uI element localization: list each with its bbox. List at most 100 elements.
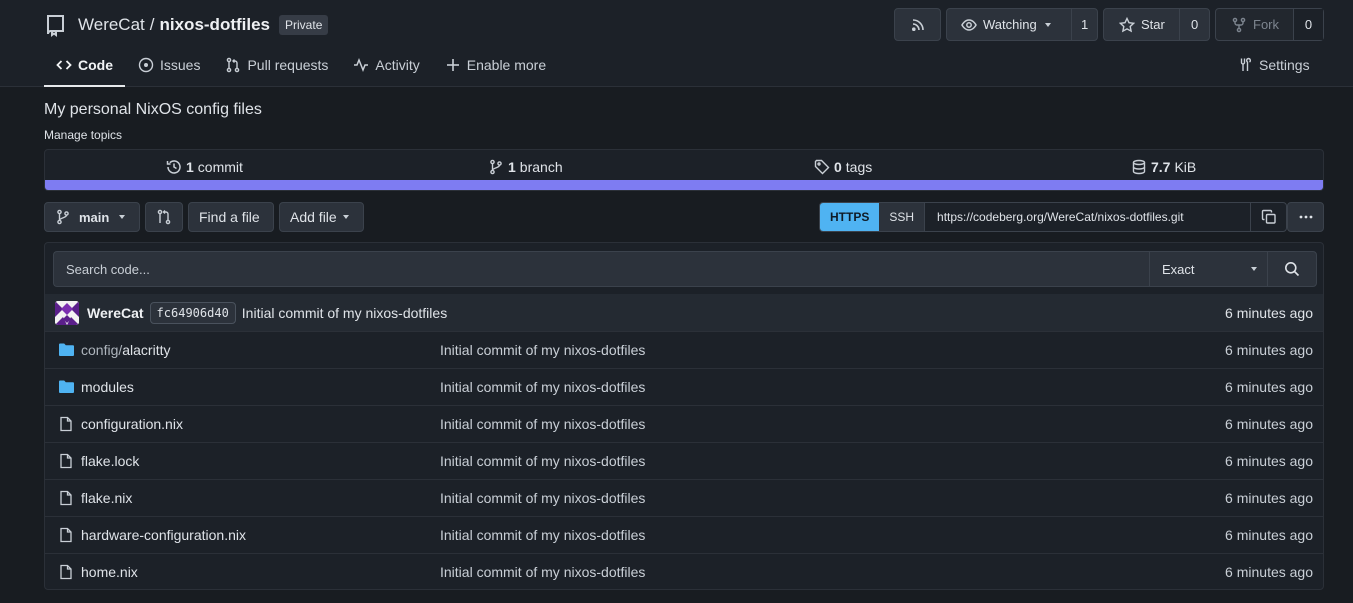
tab-label: Enable more — [466, 57, 547, 73]
star-button[interactable]: Star 0 — [1103, 8, 1210, 41]
branch-icon — [488, 159, 508, 175]
table-row[interactable]: flake.lock Initial commit of my nixos-do… — [45, 442, 1323, 479]
tags-count: 0 — [834, 159, 842, 175]
branch-name: main — [79, 209, 110, 225]
https-toggle[interactable]: HTTPS — [820, 203, 880, 231]
table-row[interactable]: configuration.nix Initial commit of my n… — [45, 405, 1323, 442]
tab-code[interactable]: Code — [44, 44, 125, 87]
table-row[interactable]: modules Initial commit of my nixos-dotfi… — [45, 368, 1323, 405]
file-commit-time: 6 minutes ago — [1225, 379, 1313, 395]
watch-button[interactable]: Watching 1 — [946, 8, 1098, 41]
branches-count: 1 — [508, 159, 516, 175]
tag-icon — [814, 159, 834, 175]
language-bar[interactable] — [45, 180, 1323, 190]
repo-owner-link[interactable]: WereCat — [78, 15, 145, 35]
avatar[interactable] — [55, 300, 79, 325]
copy-url-button[interactable] — [1250, 203, 1286, 231]
code-search: Exact — [53, 251, 1317, 287]
add-file-button[interactable]: Add file — [279, 202, 364, 232]
clone-url[interactable]: https://codeberg.org/WereCat/nixos-dotfi… — [925, 203, 1250, 231]
chevron-down-icon — [1251, 267, 1257, 271]
branch-selector[interactable]: main — [44, 202, 140, 232]
file-commit-message[interactable]: Initial commit of my nixos-dotfiles — [440, 527, 645, 543]
commit-author[interactable]: WereCat — [87, 305, 144, 321]
history-icon — [166, 159, 186, 175]
file-commit-message[interactable]: Initial commit of my nixos-dotfiles — [440, 564, 645, 580]
commit-message[interactable]: Initial commit of my nixos-dotfiles — [242, 305, 447, 321]
rss-feed-button[interactable] — [894, 8, 941, 41]
file-name-link[interactable]: flake.lock — [81, 453, 139, 469]
visibility-badge: Private — [279, 15, 329, 35]
repo-separator: / — [149, 15, 155, 34]
file-commit-time: 6 minutes ago — [1225, 564, 1313, 580]
search-code-input[interactable] — [53, 251, 1149, 287]
tab-activity[interactable]: Activity — [341, 44, 431, 86]
find-file-button[interactable]: Find a file — [188, 202, 274, 232]
file-name-link[interactable]: flake.nix — [81, 490, 132, 506]
file-commit-message[interactable]: Initial commit of my nixos-dotfiles — [440, 490, 645, 506]
file-icon — [58, 416, 74, 432]
search-button[interactable] — [1267, 251, 1317, 287]
file-name-link[interactable]: configuration.nix — [81, 416, 183, 432]
fork-button[interactable]: Fork 0 — [1215, 8, 1324, 41]
branches-stat[interactable]: 1 branch — [488, 158, 563, 176]
repo-name-link[interactable]: nixos-dotfiles — [160, 15, 271, 35]
tags-stat[interactable]: 0 tags — [814, 158, 872, 176]
tab-label: Activity — [375, 57, 420, 73]
search-mode-select[interactable]: Exact — [1149, 251, 1267, 287]
commit-sha[interactable]: fc64906d40 — [149, 301, 236, 324]
folder-icon — [58, 379, 75, 395]
tab-issues[interactable]: Issues — [126, 44, 212, 86]
tab-label: Code — [78, 56, 113, 73]
file-name-link[interactable]: home.nix — [81, 564, 138, 580]
file-commit-time: 6 minutes ago — [1225, 342, 1313, 358]
file-name-link[interactable]: config/alacritty — [81, 342, 170, 358]
file-browser: Exact WereCat fc64906d40 Initial commit … — [44, 242, 1324, 590]
tab-settings[interactable]: Settings — [1225, 44, 1322, 86]
manage-topics-link[interactable]: Manage topics — [44, 128, 122, 142]
file-name-link[interactable]: modules — [81, 379, 134, 395]
repo-tabs: Code Issues Pull requests Activity Enabl… — [44, 44, 559, 87]
tab-enable-more[interactable]: Enable more — [433, 44, 558, 86]
table-row[interactable]: flake.nix Initial commit of my nixos-dot… — [45, 479, 1323, 516]
commits-stat[interactable]: 1 commit — [166, 158, 243, 176]
tags-label: tags — [845, 159, 873, 175]
latest-commit: WereCat fc64906d40 Initial commit of my … — [45, 294, 1323, 331]
file-commit-message[interactable]: Initial commit of my nixos-dotfiles — [440, 453, 645, 469]
branches-label: branch — [519, 159, 563, 175]
repo-description: My personal NixOS config files — [44, 101, 262, 118]
tab-pull-requests[interactable]: Pull requests — [213, 44, 340, 86]
file-commit-time: 6 minutes ago — [1225, 527, 1313, 543]
file-commit-message[interactable]: Initial commit of my nixos-dotfiles — [440, 379, 645, 395]
settings-label: Settings — [1259, 57, 1310, 73]
find-file-label: Find a file — [199, 209, 260, 225]
ssh-toggle[interactable]: SSH — [879, 203, 926, 231]
file-name-link[interactable]: hardware-configuration.nix — [81, 527, 246, 543]
fork-count[interactable]: 0 — [1293, 9, 1323, 40]
watch-count[interactable]: 1 — [1071, 9, 1097, 40]
fork-icon — [1231, 17, 1247, 33]
star-count[interactable]: 0 — [1179, 9, 1209, 40]
table-row[interactable]: config/alacritty Initial commit of my ni… — [45, 331, 1323, 368]
tools-icon — [1237, 57, 1259, 73]
file-commit-time: 6 minutes ago — [1225, 416, 1313, 432]
file-icon — [58, 453, 74, 469]
chevron-down-icon — [342, 215, 349, 219]
table-row[interactable]: hardware-configuration.nix Initial commi… — [45, 516, 1323, 553]
table-row[interactable]: home.nix Initial commit of my nixos-dotf… — [45, 553, 1323, 589]
star-label: Star — [1141, 17, 1165, 32]
repo-title: WereCat / nixos-dotfiles Private — [44, 12, 329, 38]
code-icon — [56, 57, 78, 73]
commits-label: commit — [197, 159, 243, 175]
rss-icon — [910, 17, 926, 33]
size-unit: KiB — [1174, 159, 1197, 175]
file-commit-message[interactable]: Initial commit of my nixos-dotfiles — [440, 342, 645, 358]
tab-label: Issues — [160, 57, 201, 73]
repo-stats: 1 commit 1 branch 0 tags 7.7 KiB — [44, 149, 1324, 191]
search-icon — [1284, 261, 1300, 277]
compare-button[interactable] — [145, 202, 183, 232]
file-commit-message[interactable]: Initial commit of my nixos-dotfiles — [440, 416, 645, 432]
more-options-button[interactable] — [1287, 202, 1324, 232]
repo-header: WereCat / nixos-dotfiles Private Watchin… — [0, 0, 1353, 87]
eye-icon — [961, 17, 977, 33]
